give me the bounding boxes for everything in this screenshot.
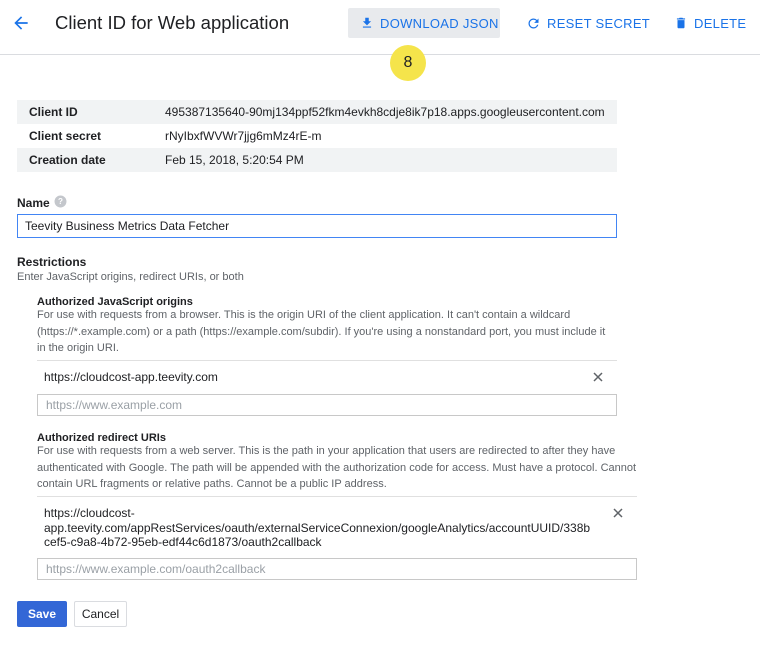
save-button[interactable]: Save	[17, 601, 67, 627]
table-row: Client ID 495387135640-90mj134ppf52fkm4e…	[17, 100, 617, 124]
divider	[37, 496, 637, 497]
redirect-uri-entry: https://cloudcost- app.teevity.com/appRe…	[44, 506, 590, 550]
svg-text:?: ?	[58, 197, 63, 206]
refresh-icon	[528, 18, 539, 28]
name-label: Name	[17, 196, 50, 210]
header-bar: Client ID for Web application DOWNLOAD J…	[0, 0, 760, 55]
page-title: Client ID for Web application	[55, 12, 290, 33]
help-icon[interactable]: ?	[54, 195, 67, 208]
delete-label: DELETE	[694, 15, 747, 31]
reset-secret-label: RESET SECRET	[547, 15, 651, 31]
description-line: authenticated with Google. The path will…	[37, 461, 637, 474]
creation-date-label: Creation date	[17, 148, 165, 172]
step-badge: 8	[390, 45, 426, 81]
trash-icon	[676, 17, 686, 29]
reset-secret-button[interactable]: RESET SECRET	[526, 8, 650, 38]
client-secret-value: rNyIbxfWVWr7jjg6mMz4rE-m	[165, 129, 322, 143]
js-origins-description: For use with requests from a browser. Th…	[37, 307, 605, 357]
close-icon[interactable]	[592, 371, 604, 383]
restrictions-heading: Restrictions	[17, 255, 87, 269]
divider	[37, 360, 617, 361]
description-line: contain URL fragments or relative paths.…	[37, 478, 387, 490]
delete-button[interactable]: DELETE	[674, 8, 746, 38]
client-secret-label: Client secret	[29, 129, 102, 143]
name-input[interactable]	[17, 214, 617, 238]
close-icon[interactable]	[612, 507, 624, 519]
download-json-label: DOWNLOAD JSON	[380, 15, 499, 31]
back-arrow-icon[interactable]	[8, 10, 34, 36]
table-row: Creation date Feb 15, 2018, 5:20:54 PM	[17, 148, 617, 172]
client-id-label: Client ID	[17, 100, 165, 124]
js-origin-input[interactable]	[37, 394, 617, 416]
creation-date-value: Feb 15, 2018, 5:20:54 PM	[165, 148, 617, 172]
redirect-uri-input[interactable]	[37, 558, 637, 580]
table-row: Client secret rNyIbxfWVWr7jjg6mMz4rE-m	[17, 124, 617, 148]
uri-line: cef5-c9a8-4b72-95eb-edf44c6d1873/oauth2c…	[44, 535, 322, 549]
description-line: in the origin URI.	[37, 342, 119, 354]
cancel-button[interactable]: Cancel	[74, 601, 127, 627]
description-line: For use with requests from a web server.…	[37, 445, 616, 457]
uri-line: https://cloudcost-	[44, 506, 135, 520]
uri-line: app.teevity.com/appRestServices/oauth/ex…	[44, 520, 591, 535]
client-info-table: Client ID 495387135640-90mj134ppf52fkm4e…	[17, 100, 617, 172]
download-icon	[362, 17, 372, 28]
restrictions-subtitle: Enter JavaScript origins, redirect URIs,…	[17, 271, 244, 283]
description-line: For use with requests from a browser. Th…	[37, 309, 571, 321]
client-id-value: 495387135640-90mj134ppf52fkm4evkh8cdje8i…	[165, 100, 617, 124]
js-origin-entry: https://cloudcost-app.teevity.com	[44, 370, 218, 384]
description-line: (https://*.example.com) or a path (https…	[37, 325, 606, 338]
download-json-button[interactable]: DOWNLOAD JSON	[348, 8, 500, 38]
redirect-uris-description: For use with requests from a web server.…	[37, 443, 636, 493]
